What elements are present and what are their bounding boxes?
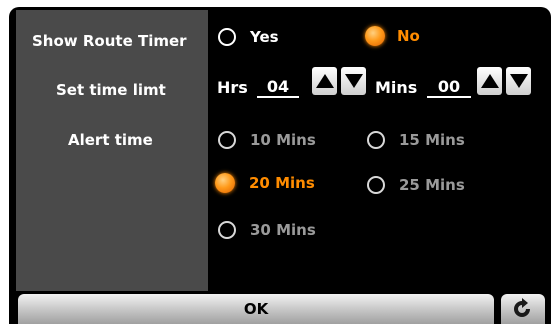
mins-value-field[interactable]: 00 [427,77,471,98]
alert-10-label: 10 Mins [250,131,316,149]
alert-20-option[interactable]: 20 Mins [215,173,315,193]
radio-selected-icon [215,173,235,193]
radio-unselected-icon [367,176,385,194]
alert-time-label: Alert time [68,131,153,149]
alert-25-label: 25 Mins [399,176,465,194]
hrs-down-button[interactable] [341,67,366,95]
mins-label: Mins [375,78,418,97]
radio-unselected-icon [218,131,236,149]
route-timer-screen: Show Route Timer Set time limt Alert tim… [9,7,551,324]
ok-button[interactable]: OK [18,294,494,324]
alert-25-option[interactable]: 25 Mins [367,176,465,194]
radio-unselected-icon [367,131,385,149]
arrow-up-icon [480,74,499,88]
arrow-down-icon [344,74,363,88]
alert-10-option[interactable]: 10 Mins [218,131,316,149]
route-timer-no-label: No [397,27,420,45]
alert-15-label: 15 Mins [399,131,465,149]
alert-15-option[interactable]: 15 Mins [367,131,465,149]
arrow-up-icon [315,74,334,88]
show-route-timer-label: Show Route Timer [32,32,187,50]
hrs-label: Hrs [217,78,248,97]
route-timer-yes-option[interactable]: Yes [218,28,279,46]
alert-30-option[interactable]: 30 Mins [218,221,316,239]
radio-selected-icon [365,26,385,46]
alert-30-label: 30 Mins [250,221,316,239]
arrow-down-icon [509,74,528,88]
radio-unselected-icon [218,221,236,239]
labels-panel: Show Route Timer Set time limt Alert tim… [16,10,208,291]
radio-unselected-icon [218,28,236,46]
back-arrow-icon [514,298,530,317]
back-button[interactable] [501,294,545,324]
mins-down-button[interactable] [506,67,531,95]
hrs-up-button[interactable] [312,67,337,95]
set-time-limit-label: Set time limt [56,81,166,99]
route-timer-no-option[interactable]: No [365,26,420,46]
route-timer-yes-label: Yes [250,28,279,46]
mins-up-button[interactable] [477,67,502,95]
alert-20-label: 20 Mins [249,174,315,192]
hrs-value-field[interactable]: 04 [257,77,299,98]
